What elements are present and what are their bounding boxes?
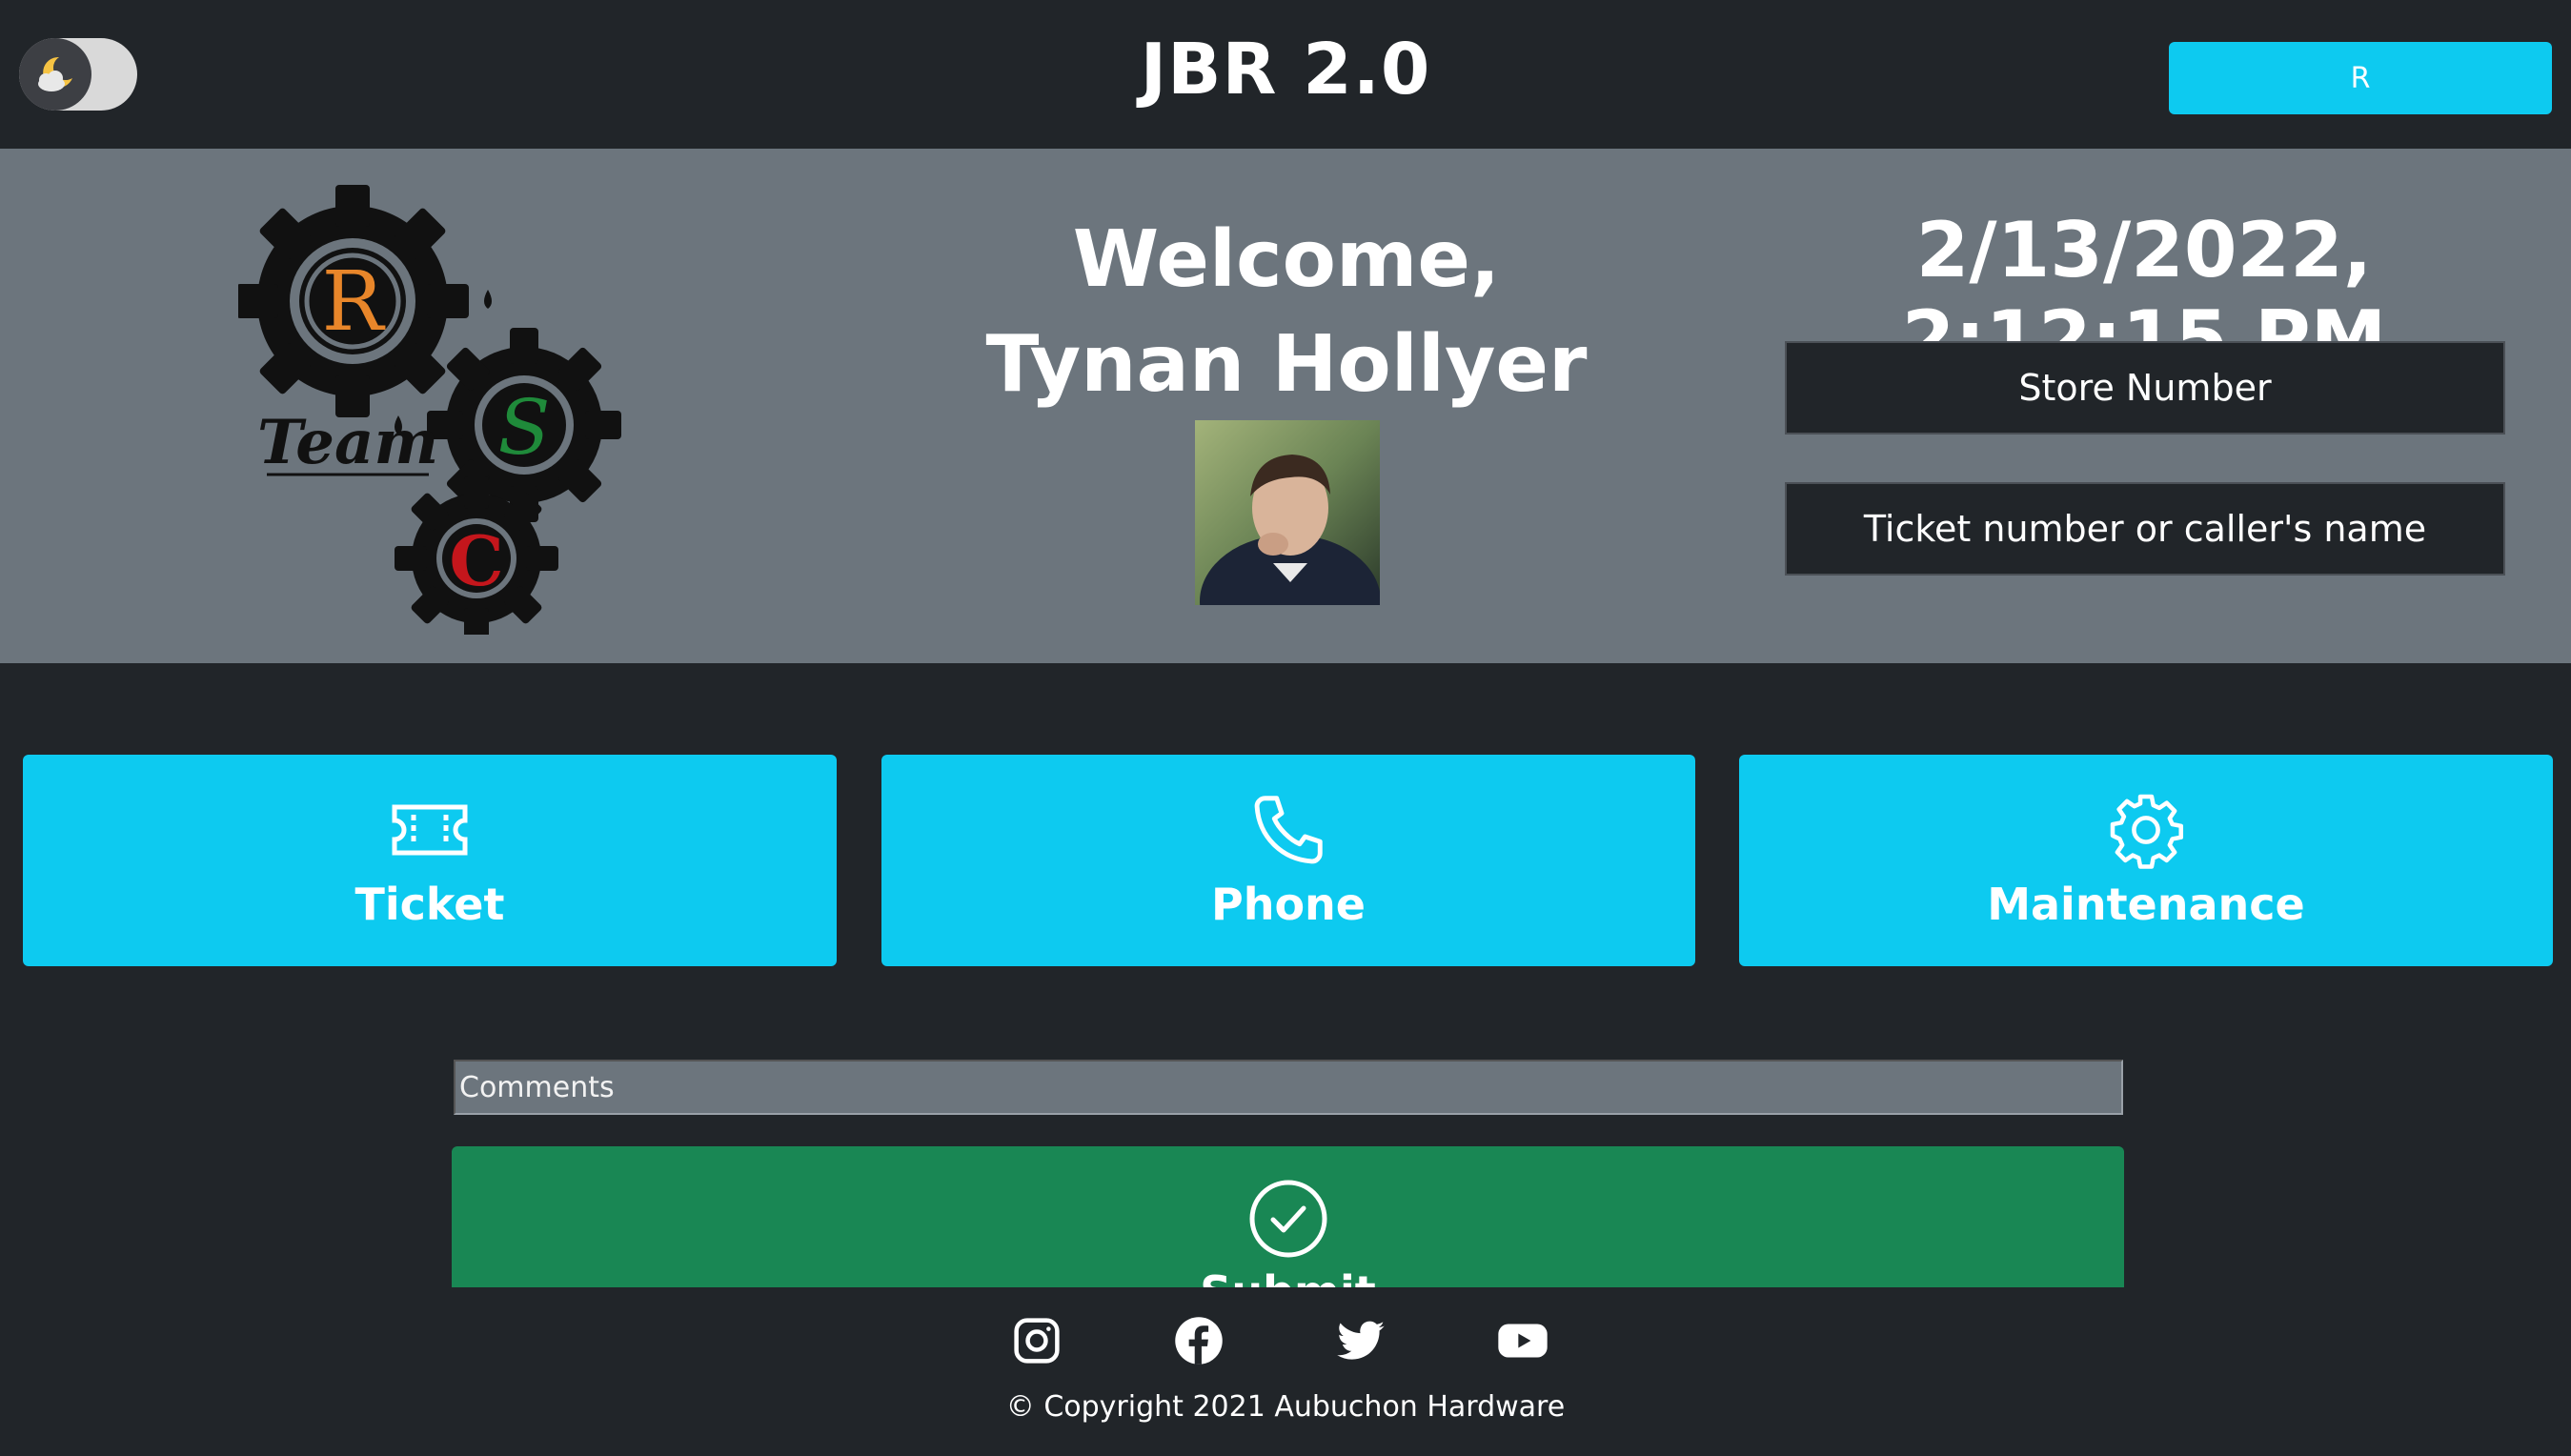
youtube-icon[interactable] — [1496, 1314, 1549, 1367]
logo-letter-s: S — [498, 383, 551, 472]
twitter-icon[interactable] — [1334, 1314, 1387, 1367]
phone-label: Phone — [1210, 879, 1366, 930]
copyright-text: © Copyright 2021 Aubuchon Hardware — [1005, 1390, 1566, 1424]
ticket-or-caller-field[interactable]: Ticket number or caller's name — [1785, 482, 2505, 576]
facebook-icon[interactable] — [1172, 1314, 1225, 1367]
ticket-field-label: Ticket number or caller's name — [1863, 508, 2427, 550]
maintenance-button[interactable]: Maintenance — [1739, 755, 2553, 966]
instagram-icon[interactable] — [1010, 1314, 1063, 1367]
team-rsc-logo: R S C Team — [236, 177, 638, 640]
submit-label: Submit — [1200, 1266, 1376, 1287]
user-button[interactable]: R — [2169, 42, 2552, 114]
footer: © Copyright 2021 Aubuchon Hardware — [0, 1287, 2571, 1456]
ticket-button[interactable]: Ticket — [23, 755, 837, 966]
avatar — [1195, 420, 1380, 605]
logo-letter-c: C — [449, 520, 503, 601]
check-circle-icon — [1248, 1179, 1328, 1263]
logo-letter-r: R — [322, 254, 386, 350]
welcome-greeting: Welcome, — [1072, 214, 1501, 305]
page: JBR 2.0 R R S C Team Welcome, Tynan Holl… — [0, 0, 2571, 1456]
welcome-message: Welcome, Tynan Hollyer — [953, 208, 1620, 417]
submit-button[interactable]: Submit — [452, 1146, 2124, 1287]
phone-icon — [1248, 787, 1328, 873]
maintenance-label: Maintenance — [1987, 879, 2305, 930]
gear-icon — [2106, 787, 2186, 873]
store-number-label: Store Number — [2018, 367, 2272, 409]
hero-section: R S C Team Welcome, Tynan Hollyer 2/13/2… — [0, 149, 2571, 663]
social-links — [1010, 1314, 1549, 1367]
phone-button[interactable]: Phone — [881, 755, 1695, 966]
top-navbar: JBR 2.0 R — [0, 0, 2571, 149]
user-name: Tynan Hollyer — [985, 319, 1588, 410]
ticket-icon — [389, 787, 471, 873]
comments-input[interactable] — [454, 1060, 2123, 1115]
store-number-field[interactable]: Store Number — [1785, 341, 2505, 435]
logo-team-text: Team — [257, 407, 438, 478]
ticket-label: Ticket — [354, 879, 505, 930]
